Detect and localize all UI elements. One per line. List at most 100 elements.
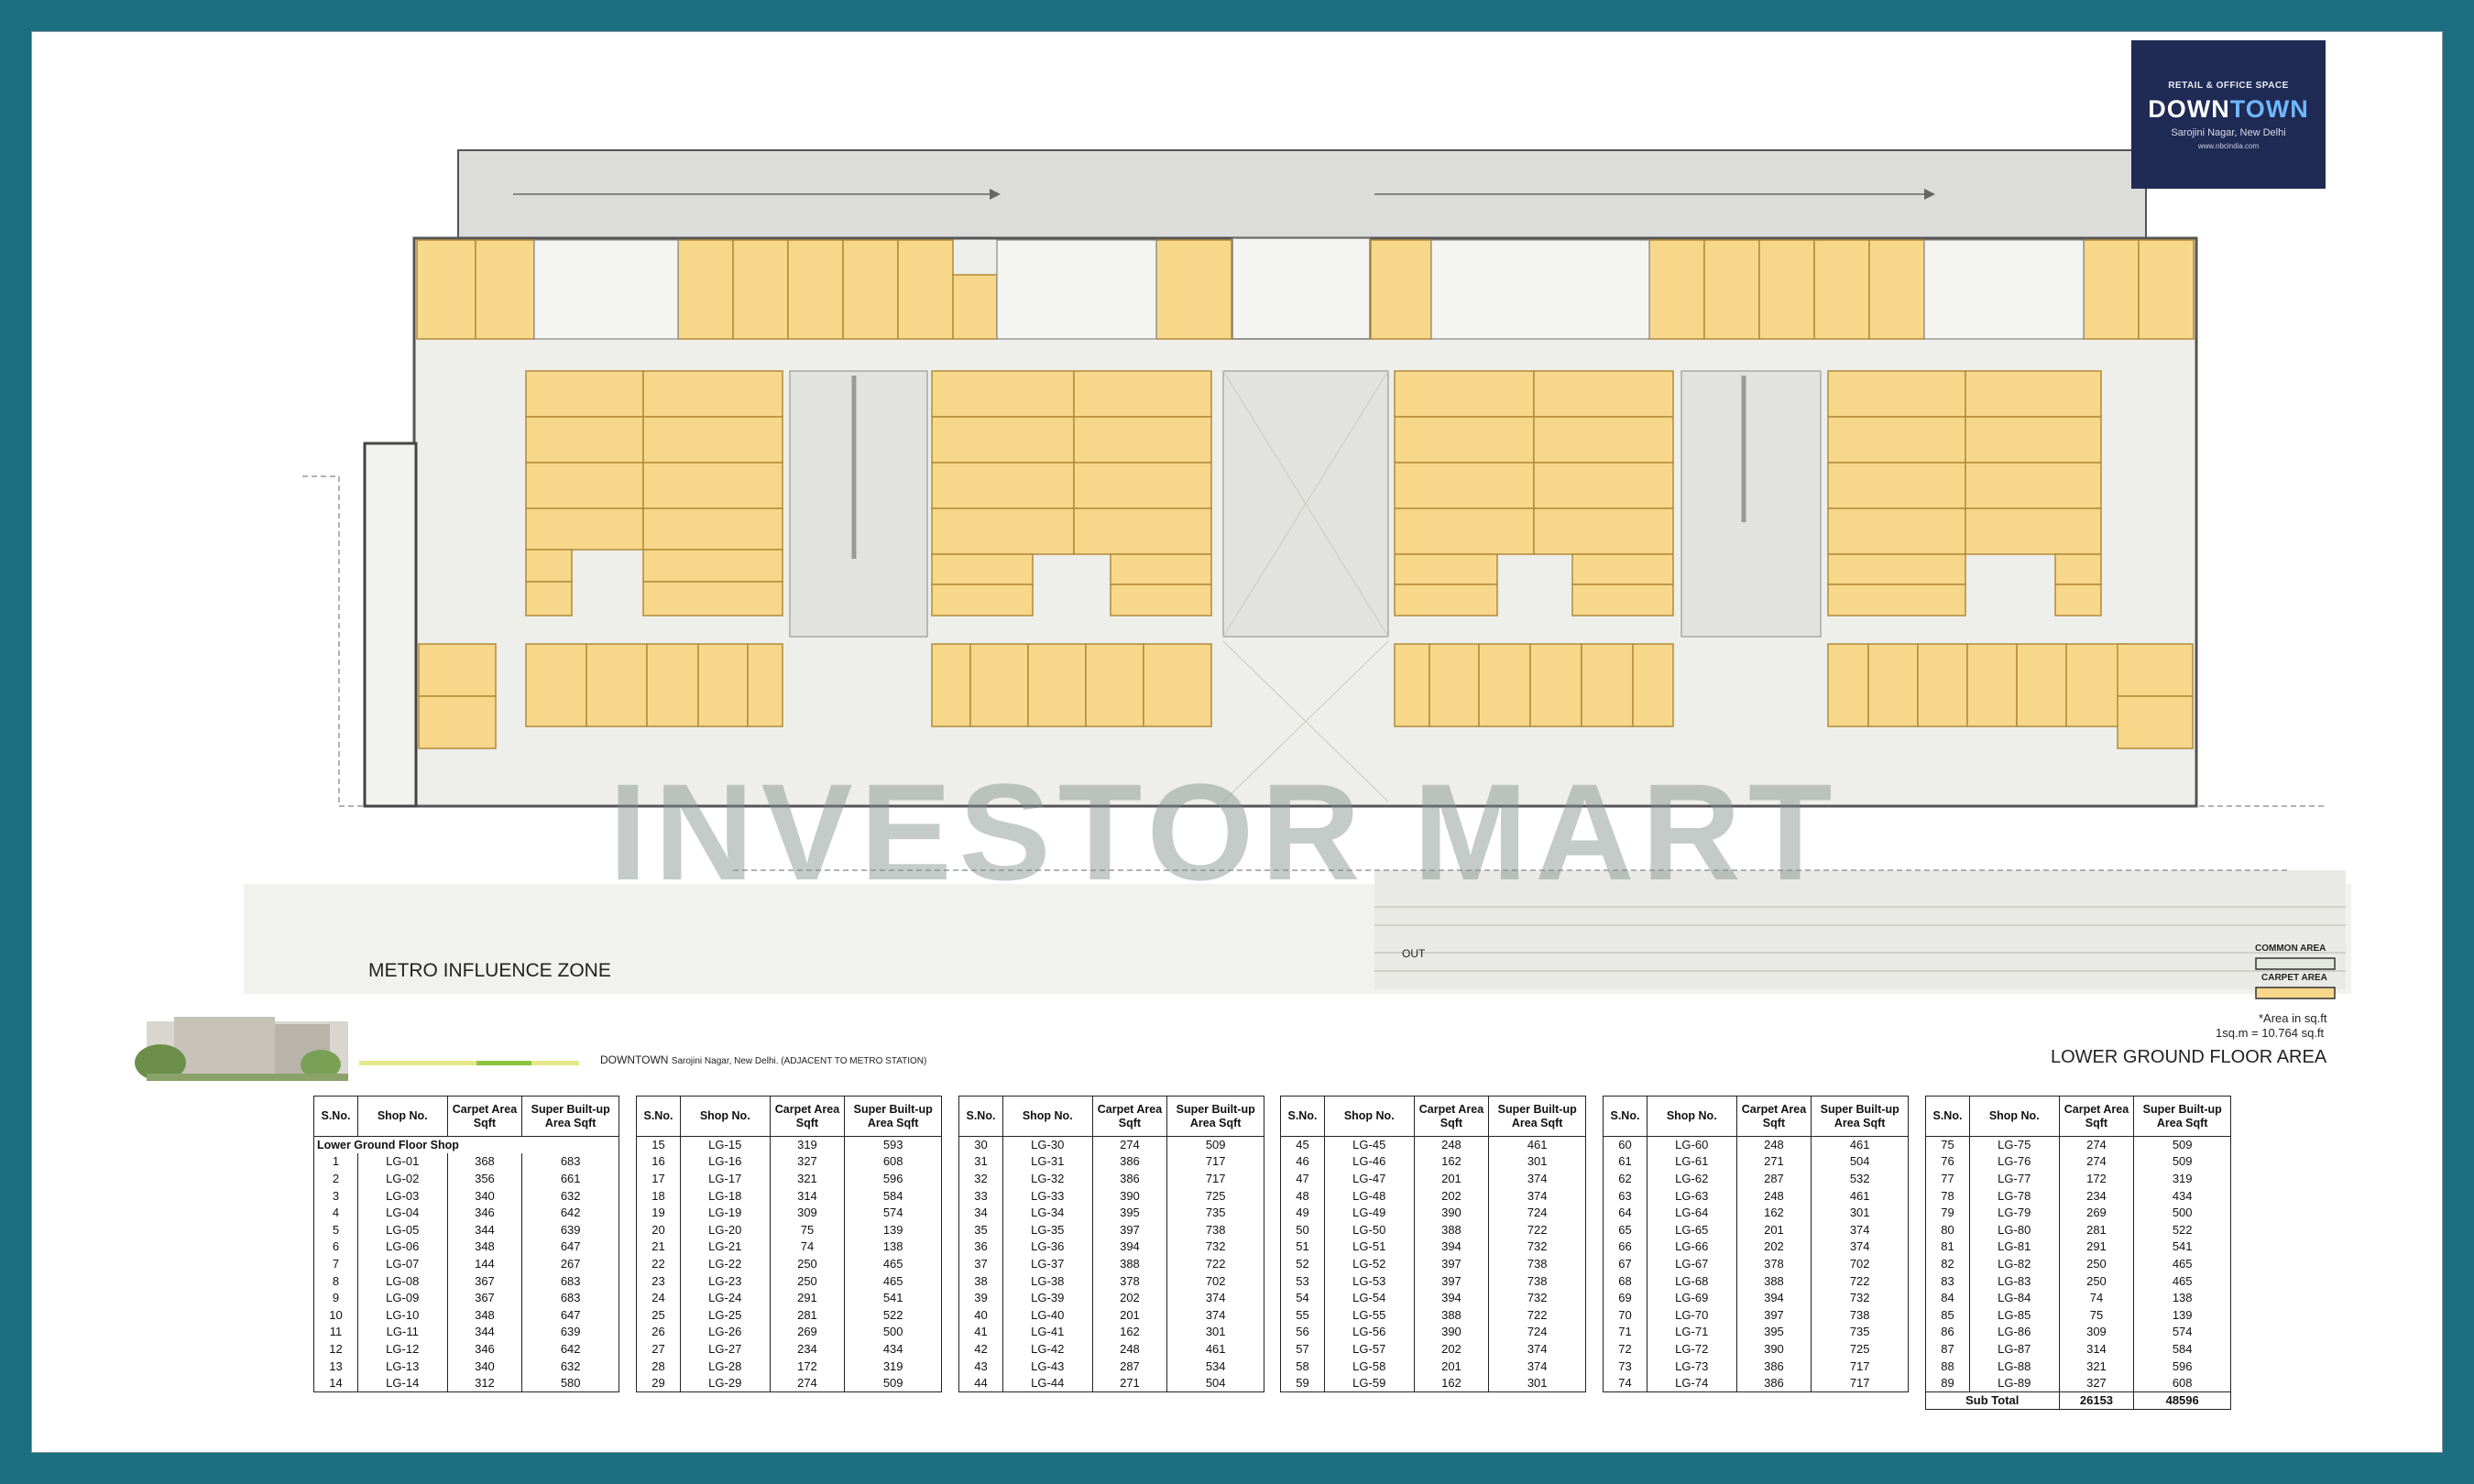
row-super: 500: [2133, 1204, 2231, 1222]
row-sno: 17: [636, 1170, 681, 1188]
row-shop: LG-51: [1323, 1238, 1415, 1256]
row-super: 465: [2133, 1272, 2231, 1290]
table-row: 57 LG-57 202 374: [1280, 1340, 1586, 1359]
table-row: 63 LG-63 248 461: [1603, 1187, 1909, 1205]
subtotal-label: Sub Total: [1925, 1391, 2060, 1410]
table-row: 66 LG-66 202 374: [1603, 1238, 1909, 1256]
row-shop: LG-17: [679, 1170, 771, 1188]
row-carpet: 367: [446, 1272, 523, 1290]
row-sno: 59: [1280, 1374, 1325, 1392]
row-super: 139: [844, 1221, 942, 1239]
row-super: 725: [1811, 1340, 1909, 1359]
table-row: 48 LG-48 202 374: [1280, 1187, 1586, 1205]
row-sno: 48: [1280, 1187, 1325, 1205]
table-row: 35 LG-35 397 738: [958, 1221, 1264, 1239]
header-shop: Shop No.: [1968, 1096, 2060, 1137]
row-shop: LG-85: [1968, 1306, 2060, 1325]
row-shop: LG-40: [1002, 1306, 1093, 1325]
row-super: 735: [1166, 1204, 1264, 1222]
table-row: 11 LG-11 344 639: [313, 1324, 619, 1341]
logo-brand: DOWNTOWN: [2131, 95, 2326, 124]
row-shop: LG-21: [679, 1238, 771, 1256]
row-super: 267: [521, 1255, 619, 1273]
building-thumbnail: [135, 1017, 348, 1081]
row-super: 374: [1488, 1340, 1586, 1359]
row-super: 683: [521, 1153, 619, 1171]
row-sno: 82: [1925, 1255, 1970, 1273]
group-label: Lower Ground Floor Shop: [313, 1136, 619, 1154]
row-sno: 62: [1603, 1170, 1648, 1188]
table-row: 15 LG-15 319 593: [636, 1136, 942, 1154]
table-row: 64 LG-64 162 301: [1603, 1204, 1909, 1222]
row-carpet: 248: [1091, 1340, 1168, 1359]
subtotal-row: Sub Total 26153 48596: [1925, 1391, 2231, 1410]
table-row: 43 LG-43 287 534: [958, 1358, 1264, 1375]
row-sno: 23: [636, 1272, 681, 1290]
row-carpet: 281: [2058, 1221, 2135, 1239]
row-super: 596: [844, 1170, 942, 1188]
row-shop: LG-30: [1002, 1136, 1093, 1154]
row-super: 722: [1166, 1255, 1264, 1273]
logo-location: Sarojini Nagar, New Delhi: [2171, 127, 2286, 138]
table-row: 38 LG-38 378 702: [958, 1272, 1264, 1290]
row-carpet: 274: [1091, 1136, 1168, 1154]
table-row: 51 LG-51 394 732: [1280, 1238, 1586, 1256]
row-carpet: 344: [446, 1324, 523, 1341]
row-super: 732: [1811, 1289, 1909, 1307]
table-row: 68 LG-68 388 722: [1603, 1272, 1909, 1290]
row-carpet: 274: [2058, 1136, 2135, 1154]
row-carpet: 201: [1413, 1358, 1490, 1375]
row-sno: 32: [958, 1170, 1003, 1188]
table-row: 54 LG-54 394 732: [1280, 1289, 1586, 1307]
row-carpet: 388: [1413, 1306, 1490, 1325]
row-sno: 29: [636, 1374, 681, 1392]
row-sno: 3: [313, 1187, 358, 1205]
row-shop: LG-22: [679, 1255, 771, 1273]
row-carpet: 346: [446, 1340, 523, 1359]
row-super: 434: [2133, 1187, 2231, 1205]
carpet-area-swatch: [2255, 987, 2336, 999]
row-super: 374: [1811, 1238, 1909, 1256]
row-carpet: 74: [2058, 1289, 2135, 1307]
row-sno: 9: [313, 1289, 358, 1307]
row-super: 509: [1166, 1136, 1264, 1154]
table-row: 32 LG-32 386 717: [958, 1170, 1264, 1188]
row-super: 584: [844, 1187, 942, 1205]
row-shop: LG-26: [679, 1324, 771, 1341]
row-carpet: 386: [1735, 1374, 1812, 1392]
row-carpet: 344: [446, 1221, 523, 1239]
row-carpet: 144: [446, 1255, 523, 1273]
table-row: 31 LG-31 386 717: [958, 1153, 1264, 1171]
inner-block-4: [1827, 370, 2102, 617]
row-sno: 79: [1925, 1204, 1970, 1222]
table-row: 22 LG-22 250 465: [636, 1255, 942, 1273]
table-row: 78 LG-78 234 434: [1925, 1187, 2231, 1205]
central-entrance: [1232, 237, 1371, 340]
row-super: 374: [1166, 1306, 1264, 1325]
row-super: 301: [1811, 1204, 1909, 1222]
header-shop: Shop No.: [1646, 1096, 1737, 1137]
watermark-text: INVESTOR MART: [609, 755, 1840, 909]
area-table-2: S.No. Shop No. Carpet Area Sqft Super Built…: [636, 1096, 942, 1392]
row-super: 647: [521, 1306, 619, 1325]
row-sno: 34: [958, 1204, 1003, 1222]
table-row: 62 LG-62 287 532: [1603, 1170, 1909, 1188]
row-carpet: 271: [1091, 1374, 1168, 1392]
row-super: 374: [1166, 1289, 1264, 1307]
table-row: 39 LG-39 202 374: [958, 1289, 1264, 1307]
logo-tagline: RETAIL & OFFICE SPACE: [2168, 81, 2289, 91]
common-area-swatch: [2255, 957, 2336, 970]
header-carpet: Carpet Area Sqft: [1413, 1096, 1490, 1137]
row-shop: LG-11: [356, 1324, 448, 1341]
row-super: 683: [521, 1289, 619, 1307]
row-sno: 76: [1925, 1153, 1970, 1171]
row-shop: LG-53: [1323, 1272, 1415, 1290]
logo-brand-b: TOWN: [2229, 95, 2309, 123]
row-super: 532: [1811, 1170, 1909, 1188]
row-super: 509: [844, 1374, 942, 1392]
row-shop: LG-49: [1323, 1204, 1415, 1222]
row-sno: 75: [1925, 1136, 1970, 1154]
row-super: 465: [844, 1255, 942, 1273]
row-sno: 8: [313, 1272, 358, 1290]
row-sno: 26: [636, 1324, 681, 1341]
